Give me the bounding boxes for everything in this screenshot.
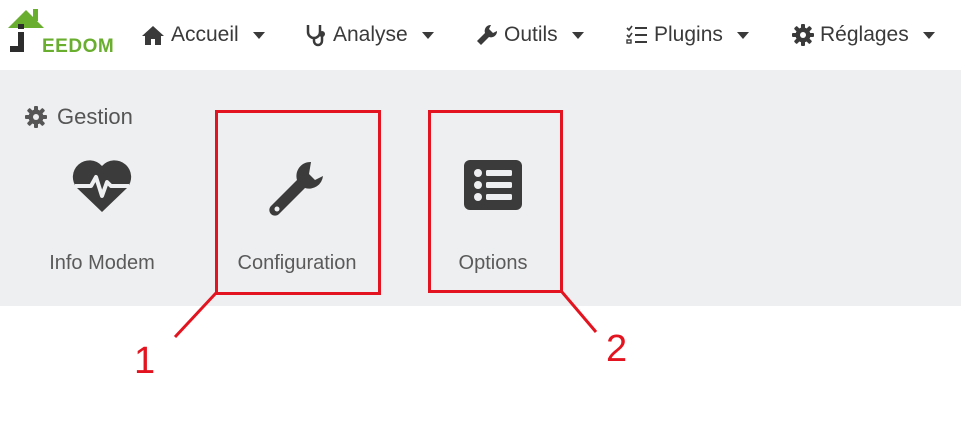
heartbeat-icon [72,160,132,212]
annotation-number-2: 2 [606,328,628,370]
jeedom-logo[interactable]: EEDOM [6,6,116,57]
nav-outils[interactable]: Outils [476,22,584,48]
nav-accueil[interactable]: Accueil [141,22,265,48]
nav-outils-label: Outils [504,23,558,46]
nav-plugins-label: Plugins [654,23,723,46]
logo-text: EEDOM [42,36,115,57]
card-info-modem-label: Info Modem [49,252,155,274]
nav-reglages[interactable]: Réglages [792,22,935,48]
annotation-number-1: 1 [134,340,156,382]
tasks-icon [626,25,647,44]
home-icon [142,26,164,45]
highlight-box-configuration [215,110,381,295]
stethoscope-icon [306,25,325,47]
card-info-modem[interactable]: Info Modem [27,150,177,290]
wrench-icon [477,24,498,45]
highlight-box-options [428,110,563,293]
chevron-down-icon [252,31,265,39]
cog-icon [792,24,814,46]
nav-accueil-label: Accueil [171,23,239,46]
chevron-down-icon [922,31,935,39]
nav-analyse[interactable]: Analyse [305,22,434,48]
nav-analyse-label: Analyse [333,23,408,46]
cog-icon [25,106,47,128]
top-navbar: EEDOM Accueil Analyse Outils Plugins Rég… [0,0,961,70]
gestion-title-label: Gestion [57,104,133,129]
nav-reglages-label: Réglages [820,23,909,46]
gestion-title: Gestion [25,104,133,130]
chevron-down-icon [736,31,749,39]
chevron-down-icon [571,31,584,39]
nav-plugins[interactable]: Plugins [626,22,749,48]
chevron-down-icon [421,31,434,39]
